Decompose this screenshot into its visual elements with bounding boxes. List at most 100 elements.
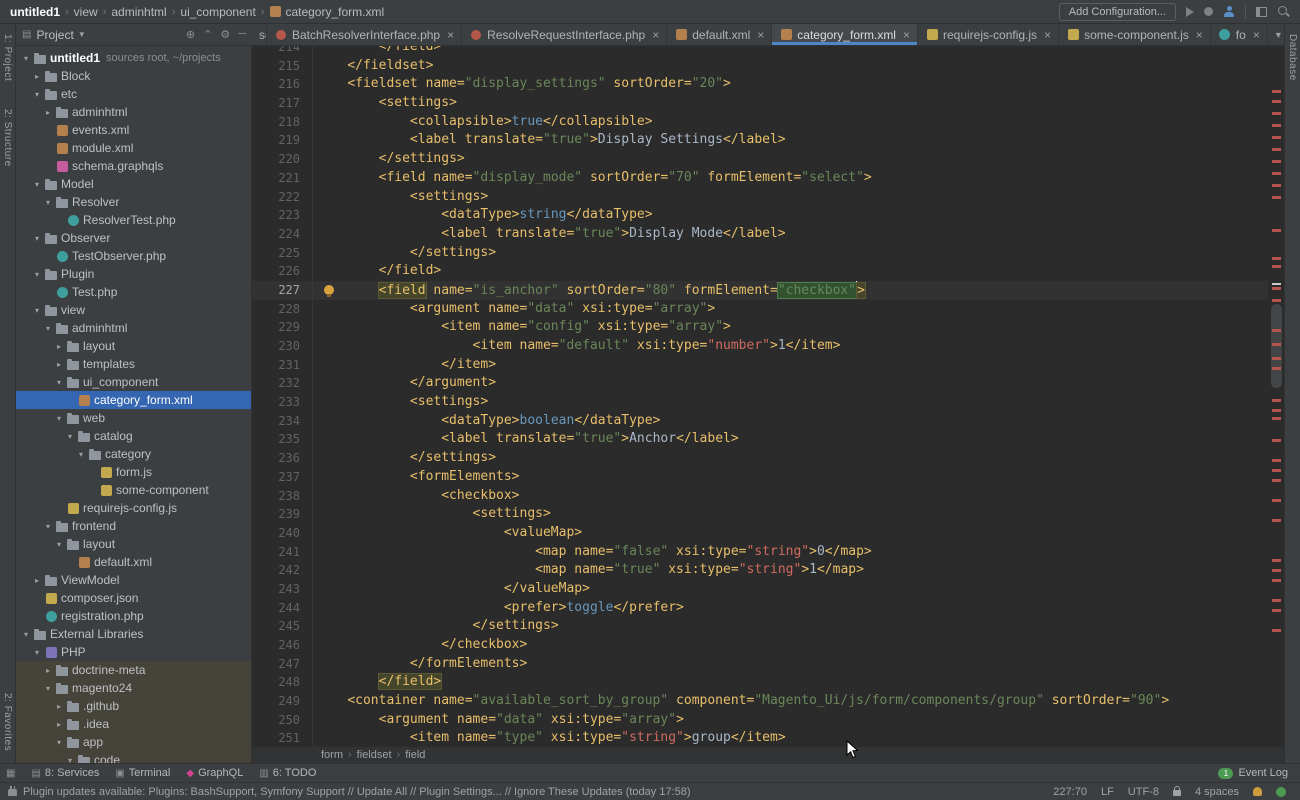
error-mark[interactable] <box>1272 160 1281 163</box>
tree-toggle-arrow[interactable]: ▾ <box>31 234 43 243</box>
line-number[interactable]: 216 <box>252 75 313 94</box>
code-text[interactable]: <fieldset name="display_settings" sortOr… <box>313 75 731 94</box>
tree-item-layout[interactable]: ▸layout <box>16 337 251 355</box>
code-line-231[interactable]: 231 </item> <box>252 356 1284 375</box>
error-mark[interactable] <box>1272 172 1281 175</box>
line-number[interactable]: 242 <box>252 561 313 580</box>
tree-item-doctrine-meta[interactable]: ▸doctrine-meta <box>16 661 251 679</box>
line-number[interactable]: 238 <box>252 487 313 506</box>
line-number[interactable]: 232 <box>252 374 313 393</box>
code-line-233[interactable]: 233 <settings> <box>252 393 1284 412</box>
error-mark[interactable] <box>1272 90 1281 93</box>
tree-toggle-arrow[interactable]: ▾ <box>31 90 43 99</box>
code-text[interactable]: <item name="config" xsi:type="array"> <box>313 318 731 337</box>
line-number[interactable]: 251 <box>252 729 313 746</box>
tree-item-layout[interactable]: ▾layout <box>16 535 251 553</box>
code-text[interactable]: <collapsible>true</collapsible> <box>313 113 653 132</box>
tree-item-magento24[interactable]: ▾magento24 <box>16 679 251 697</box>
error-mark[interactable] <box>1272 112 1281 115</box>
tab-close-icon[interactable]: × <box>757 29 764 41</box>
tree-toggle-arrow[interactable]: ▾ <box>53 540 65 549</box>
code-line-230[interactable]: 230 <item name="default" xsi:type="numbe… <box>252 337 1284 356</box>
line-number[interactable]: 248 <box>252 673 313 692</box>
error-mark[interactable] <box>1272 609 1281 612</box>
code-text[interactable]: <valueMap> <box>313 524 582 543</box>
code-text[interactable]: <dataType>boolean</dataType> <box>313 412 660 431</box>
gear-icon[interactable]: ⚙ <box>220 28 230 41</box>
error-mark[interactable] <box>1272 459 1281 462</box>
error-mark[interactable] <box>1272 469 1281 472</box>
breadcrumb-item-view[interactable]: view <box>74 5 98 19</box>
line-number[interactable]: 245 <box>252 617 313 636</box>
line-number[interactable]: 234 <box>252 412 313 431</box>
code-line-229[interactable]: 229 <item name="config" xsi:type="array"… <box>252 318 1284 337</box>
tree-item-php[interactable]: ▾PHP <box>16 643 251 661</box>
error-mark[interactable] <box>1272 399 1281 402</box>
project-view-selector[interactable]: Project <box>36 28 73 42</box>
error-mark[interactable] <box>1272 479 1281 482</box>
tree-toggle-arrow[interactable]: ▾ <box>64 756 76 764</box>
line-number[interactable]: 244 <box>252 599 313 618</box>
error-mark[interactable] <box>1272 229 1281 232</box>
code-text[interactable]: </settings> <box>313 150 465 169</box>
tree-item-app[interactable]: ▾app <box>16 733 251 751</box>
code-text[interactable]: </checkbox> <box>313 636 527 655</box>
hidden-tabs-chevron-icon[interactable]: ▼ <box>1268 30 1284 40</box>
line-number[interactable]: 230 <box>252 337 313 356</box>
tree-item-observer[interactable]: ▾Observer <box>16 229 251 247</box>
tool-button-structure[interactable]: 2: Structure <box>2 109 13 167</box>
code-text[interactable]: </argument> <box>313 374 496 393</box>
code-line-244[interactable]: 244 <prefer>toggle</prefer> <box>252 599 1284 618</box>
tool-button-project[interactable]: 1: Project <box>2 34 13 81</box>
code-line-216[interactable]: 216 <fieldset name="display_settings" so… <box>252 75 1284 94</box>
line-number[interactable]: 224 <box>252 225 313 244</box>
breadcrumb-item-adminhtml[interactable]: adminhtml <box>111 5 166 19</box>
search-everywhere-icon[interactable] <box>1277 5 1290 18</box>
error-mark[interactable] <box>1272 409 1281 412</box>
tree-toggle-arrow[interactable]: ▸ <box>31 72 43 81</box>
line-number[interactable]: 215 <box>252 57 313 76</box>
error-mark[interactable] <box>1272 257 1281 260</box>
code-line-227[interactable]: 227 <field name="is_anchor" sortOrder="8… <box>252 281 1284 300</box>
editor-breadcrumb-form[interactable]: form <box>321 749 343 761</box>
editor-tab-resolverequestinterface-php[interactable]: ResolveRequestInterface.php× <box>462 24 667 45</box>
tree-toggle-arrow[interactable]: ▸ <box>53 720 65 729</box>
tab-close-icon[interactable]: × <box>652 29 659 41</box>
line-number[interactable]: 247 <box>252 655 313 674</box>
line-number[interactable]: 241 <box>252 543 313 562</box>
tree-toggle-arrow[interactable]: ▸ <box>53 702 65 711</box>
code-line-232[interactable]: 232 </argument> <box>252 374 1284 393</box>
line-number[interactable]: 223 <box>252 206 313 225</box>
user-profile-icon[interactable] <box>1223 6 1235 18</box>
event-log-button[interactable]: 1 Event Log <box>1218 767 1288 779</box>
line-number[interactable]: 246 <box>252 636 313 655</box>
tree-item-github[interactable]: ▸.github <box>16 697 251 715</box>
editor-breadcrumb-fieldset[interactable]: fieldset <box>357 749 392 761</box>
tool-button-8-services[interactable]: ▤8: Services <box>31 767 99 779</box>
code-line-219[interactable]: 219 <label translate="true">Display Sett… <box>252 131 1284 150</box>
debug-icon[interactable] <box>1204 7 1213 16</box>
error-mark[interactable] <box>1272 579 1281 582</box>
code-text[interactable]: <settings> <box>313 393 488 412</box>
tree-item-templates[interactable]: ▸templates <box>16 355 251 373</box>
line-number[interactable]: 236 <box>252 449 313 468</box>
tree-item-adminhtml[interactable]: ▸adminhtml <box>16 103 251 121</box>
tree-toggle-arrow[interactable]: ▾ <box>64 432 76 441</box>
tab-close-icon[interactable]: × <box>903 29 910 41</box>
error-mark[interactable] <box>1272 299 1281 302</box>
code-line-221[interactable]: 221 <field name="display_mode" sortOrder… <box>252 169 1284 188</box>
code-text[interactable]: <label translate="true">Anchor</label> <box>313 430 739 449</box>
code-text[interactable]: </valueMap> <box>313 580 590 599</box>
line-number[interactable]: 222 <box>252 188 313 207</box>
tree-toggle-arrow[interactable]: ▾ <box>42 198 54 207</box>
code-text[interactable]: </formElements> <box>313 655 527 674</box>
code-line-214[interactable]: 214 </field> <box>252 46 1284 57</box>
tree-item-etc[interactable]: ▾etc <box>16 85 251 103</box>
code-text[interactable]: <label translate="true">Display Settings… <box>313 131 786 150</box>
editor-tab-solvertest-php[interactable]: solverTest.php× <box>252 24 267 45</box>
code-line-225[interactable]: 225 </settings> <box>252 244 1284 263</box>
tree-item-model[interactable]: ▾Model <box>16 175 251 193</box>
code-text[interactable]: <map name="true" xsi:type="string">1</ma… <box>313 561 864 580</box>
error-mark[interactable] <box>1272 124 1281 127</box>
error-mark[interactable] <box>1272 343 1281 346</box>
